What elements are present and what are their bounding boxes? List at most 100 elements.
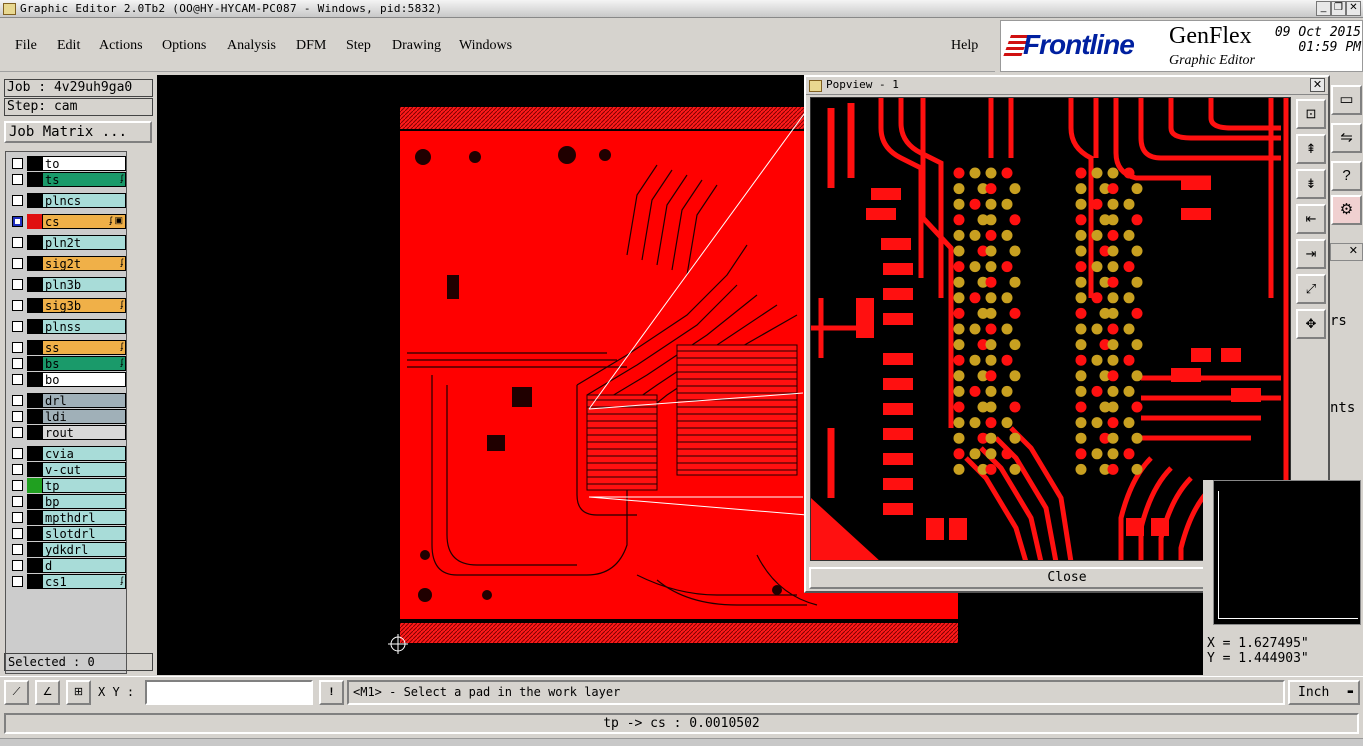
layer-name[interactable]: rout [42,425,126,440]
network-icon[interactable]: ⚙ [1331,195,1362,225]
layer-name[interactable]: ldi [42,409,126,424]
layer-color-swatch[interactable] [27,256,42,271]
menu-file[interactable]: File [15,38,37,54]
layer-row-sig2t[interactable]: sig2t ʄ [8,256,126,271]
layer-name[interactable]: pln2t [42,235,126,250]
layer-color-swatch[interactable] [27,172,42,187]
layer-name[interactable]: ss [42,340,126,355]
layer-name[interactable]: cs1 [42,574,126,589]
layer-color-swatch[interactable] [27,425,42,440]
layer-row-bs[interactable]: bs ʄ [8,356,126,371]
layer-name[interactable]: bs [42,356,126,371]
layer-row-pln2t[interactable]: pln2t [8,235,126,250]
menu-dfm[interactable]: DFM [296,38,326,54]
pan-up-icon[interactable]: ⇞ [1296,134,1326,164]
layer-name[interactable]: plnss [42,319,126,334]
layer-color-swatch[interactable] [27,558,42,573]
units-select[interactable]: Inch ▬ [1288,680,1360,705]
layer-row-rout[interactable]: rout [8,425,126,440]
layer-checkbox[interactable] [12,464,23,475]
grid-icon[interactable]: ⊞ [66,680,91,705]
menu-windows[interactable]: Windows [459,38,512,54]
pan-left-icon[interactable]: ⇤ [1296,204,1326,234]
layer-checkbox[interactable] [12,411,23,422]
layer-color-swatch[interactable] [27,526,42,541]
layer-name[interactable]: mpthdrl [42,510,126,525]
layer-color-swatch[interactable] [27,409,42,424]
layer-color-swatch[interactable] [27,277,42,292]
layer-name[interactable]: to [42,156,126,171]
layer-checkbox[interactable] [12,300,23,311]
layer-color-swatch[interactable] [27,478,42,493]
layer-color-swatch[interactable] [27,214,42,229]
sync-icon[interactable]: ⇋ [1331,123,1362,153]
layer-checkbox[interactable] [12,480,23,491]
popview-close-icon[interactable]: ✕ [1310,78,1325,92]
menu-actions[interactable]: Actions [99,38,143,54]
layer-color-swatch[interactable] [27,542,42,557]
layer-checkbox[interactable] [12,448,23,459]
layer-checkbox[interactable] [12,358,23,369]
layer-color-swatch[interactable] [27,574,42,589]
layer-name[interactable]: tp [42,478,126,493]
layer-row-d[interactable]: d [8,558,126,573]
layer-color-swatch[interactable] [27,446,42,461]
layer-name[interactable]: d [42,558,126,573]
layer-name[interactable]: bp [42,494,126,509]
layer-color-swatch[interactable] [27,235,42,250]
layer-row-plncs[interactable]: plncs [8,193,126,208]
layer-row-to[interactable]: to [8,156,126,171]
job-matrix-button[interactable]: Job Matrix ... [4,121,152,143]
layer-row-cs1[interactable]: cs1 ʄ [8,574,126,589]
layer-color-swatch[interactable] [27,193,42,208]
minimize-button[interactable]: _ [1316,1,1331,16]
layer-checkbox[interactable] [12,195,23,206]
layer-color-swatch[interactable] [27,372,42,387]
menu-edit[interactable]: Edit [57,38,80,54]
window-layout-icon[interactable]: ▭ [1331,85,1362,115]
layer-row-sig3b[interactable]: sig3b ʄ [8,298,126,313]
layer-name[interactable]: pln3b [42,277,126,292]
layer-checkbox[interactable] [12,496,23,507]
execute-icon[interactable]: ! [319,680,344,705]
layer-color-swatch[interactable] [27,510,42,525]
layer-name[interactable]: sig3b [42,298,126,313]
layer-row-ts[interactable]: ts ʄ [8,172,126,187]
layer-row-ydkdrl[interactable]: ydkdrl [8,542,126,557]
layer-name[interactable]: v-cut [42,462,126,477]
layer-row-tp[interactable]: tp [8,478,126,493]
layer-name[interactable]: plncs [42,193,126,208]
layer-row-drl[interactable]: drl [8,393,126,408]
layer-checkbox[interactable] [12,427,23,438]
menu-help[interactable]: Help [951,38,978,54]
layer-checkbox[interactable] [12,174,23,185]
maximize-button[interactable]: ❐ [1331,1,1346,16]
pan-down-icon[interactable]: ⇟ [1296,169,1326,199]
menu-options[interactable]: Options [162,38,206,54]
layer-name[interactable]: sig2t [42,256,126,271]
menu-analysis[interactable]: Analysis [227,38,276,54]
layer-checkbox[interactable] [12,279,23,290]
layer-row-pln3b[interactable]: pln3b [8,277,126,292]
layer-color-swatch[interactable] [27,156,42,171]
layer-row-slotdrl[interactable]: slotdrl [8,526,126,541]
measure-icon[interactable]: ∠ [35,680,60,705]
pan-right-icon[interactable]: ⇥ [1296,239,1326,269]
layer-row-ldi[interactable]: ldi [8,409,126,424]
layer-checkbox[interactable] [12,576,23,587]
overview-map[interactable] [1213,480,1361,625]
snap-icon[interactable]: ⟋ [4,680,29,705]
layer-checkbox[interactable] [12,158,23,169]
layer-checkbox[interactable] [12,258,23,269]
xy-input[interactable] [145,680,313,705]
layer-name[interactable]: ydkdrl [42,542,126,557]
layer-checkbox[interactable] [12,395,23,406]
layer-checkbox[interactable] [12,237,23,248]
layer-color-swatch[interactable] [27,494,42,509]
layer-name[interactable]: ts [42,172,126,187]
menu-drawing[interactable]: Drawing [392,38,441,54]
zoom-in-icon[interactable]: ✥ [1296,309,1326,339]
panel-close-icon[interactable]: ✕ [1330,243,1363,261]
layer-checkbox[interactable] [12,528,23,539]
layer-row-cs[interactable]: cs ʄ ▣ [8,214,126,229]
